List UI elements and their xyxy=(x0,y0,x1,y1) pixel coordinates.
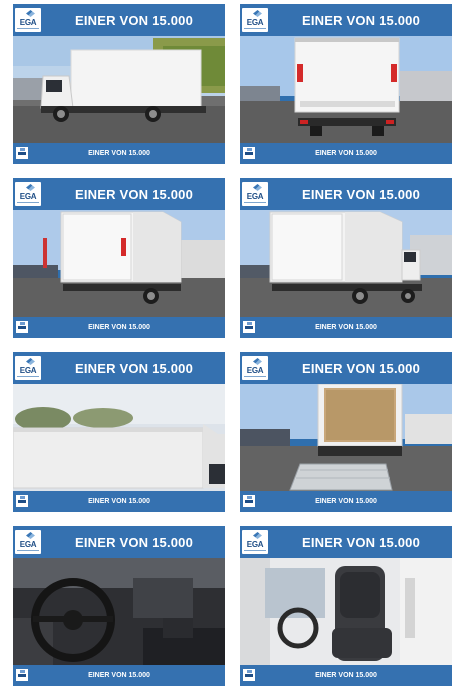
gallery-tile-7[interactable]: EGA EINER VON 15.000 EINER VON 15.000 xyxy=(13,526,225,686)
truck-rear-view-photo xyxy=(240,36,452,143)
tile-title: EINER VON 15.000 xyxy=(301,534,421,550)
tile-footer-text: EINER VON 15.000 xyxy=(88,672,150,679)
tile-footer-text: EINER VON 15.000 xyxy=(88,324,150,331)
ega-logo-icon: EGA xyxy=(15,530,41,554)
cabin-steering-wheel-photo xyxy=(13,558,225,665)
ega-logo-icon: EGA xyxy=(15,182,41,206)
tile-header: EGA EINER VON 15.000 xyxy=(240,4,452,36)
tile-footer-text: EINER VON 15.000 xyxy=(88,498,150,505)
truck-rear-left-view-photo-2 xyxy=(240,210,452,317)
tile-header: EGA EINER VON 15.000 xyxy=(13,4,225,36)
tile-footer: EINER VON 15.000 xyxy=(13,491,225,512)
gallery-tile-4[interactable]: EGA EINER VON 15.000 EINER VON 15.000 xyxy=(240,178,452,338)
tile-footer: EINER VON 15.000 xyxy=(13,143,225,164)
gallery-tile-1[interactable]: EGA EINER VON 15.000 EINER VON 15.000 xyxy=(13,4,225,164)
box-body-roof-view-photo xyxy=(13,384,225,491)
gallery-tile-6[interactable]: EGA EINER VON 15.000 EINER VON 15.000 xyxy=(240,352,452,512)
tile-title: EINER VON 15.000 xyxy=(74,12,194,28)
tile-header: EGA EINER VON 15.000 xyxy=(13,526,225,558)
truck-rear-left-view-photo xyxy=(13,210,225,317)
tile-footer-text: EINER VON 15.000 xyxy=(88,150,150,157)
ega-logo-icon: EGA xyxy=(15,356,41,380)
tile-footer: EINER VON 15.000 xyxy=(240,491,452,512)
ega-logo-icon: EGA xyxy=(242,182,268,206)
tile-title: EINER VON 15.000 xyxy=(301,360,421,376)
cabin-driver-seat-photo xyxy=(240,558,452,665)
tile-footer-text: EINER VON 15.000 xyxy=(315,150,377,157)
tile-title: EINER VON 15.000 xyxy=(74,534,194,550)
gallery-tile-5[interactable]: EGA EINER VON 15.000 EINER VON 15.000 xyxy=(13,352,225,512)
tile-header: EGA EINER VON 15.000 xyxy=(13,178,225,210)
tile-title: EINER VON 15.000 xyxy=(74,360,194,376)
tile-footer-text: EINER VON 15.000 xyxy=(315,498,377,505)
ega-logo-icon: EGA xyxy=(15,8,41,32)
tile-footer: EINER VON 15.000 xyxy=(240,665,452,686)
tail-lift-open-cargo-photo xyxy=(240,384,452,491)
ega-logo-icon: EGA xyxy=(242,356,268,380)
gallery-tile-3[interactable]: EGA EINER VON 15.000 EINER VON 15.000 xyxy=(13,178,225,338)
tile-header: EGA EINER VON 15.000 xyxy=(13,352,225,384)
truck-side-view-photo xyxy=(13,36,225,143)
tile-footer: EINER VON 15.000 xyxy=(13,665,225,686)
tile-footer: EINER VON 15.000 xyxy=(240,143,452,164)
tile-footer: EINER VON 15.000 xyxy=(13,317,225,338)
tile-title: EINER VON 15.000 xyxy=(301,186,421,202)
tile-title: EINER VON 15.000 xyxy=(301,12,421,28)
ega-logo-icon: EGA xyxy=(242,8,268,32)
tile-header: EGA EINER VON 15.000 xyxy=(240,178,452,210)
gallery-tile-8[interactable]: EGA EINER VON 15.000 EINER VON 15.000 xyxy=(240,526,452,686)
tile-title: EINER VON 15.000 xyxy=(74,186,194,202)
photo-gallery: EGA EINER VON 15.000 EINER VON 15.000 EG… xyxy=(0,0,453,686)
tile-footer-text: EINER VON 15.000 xyxy=(315,324,377,331)
tile-footer-text: EINER VON 15.000 xyxy=(315,672,377,679)
tile-header: EGA EINER VON 15.000 xyxy=(240,352,452,384)
gallery-tile-2[interactable]: EGA EINER VON 15.000 EINER VON 15.000 xyxy=(240,4,452,164)
tile-header: EGA EINER VON 15.000 xyxy=(240,526,452,558)
ega-logo-icon: EGA xyxy=(242,530,268,554)
tile-footer: EINER VON 15.000 xyxy=(240,317,452,338)
